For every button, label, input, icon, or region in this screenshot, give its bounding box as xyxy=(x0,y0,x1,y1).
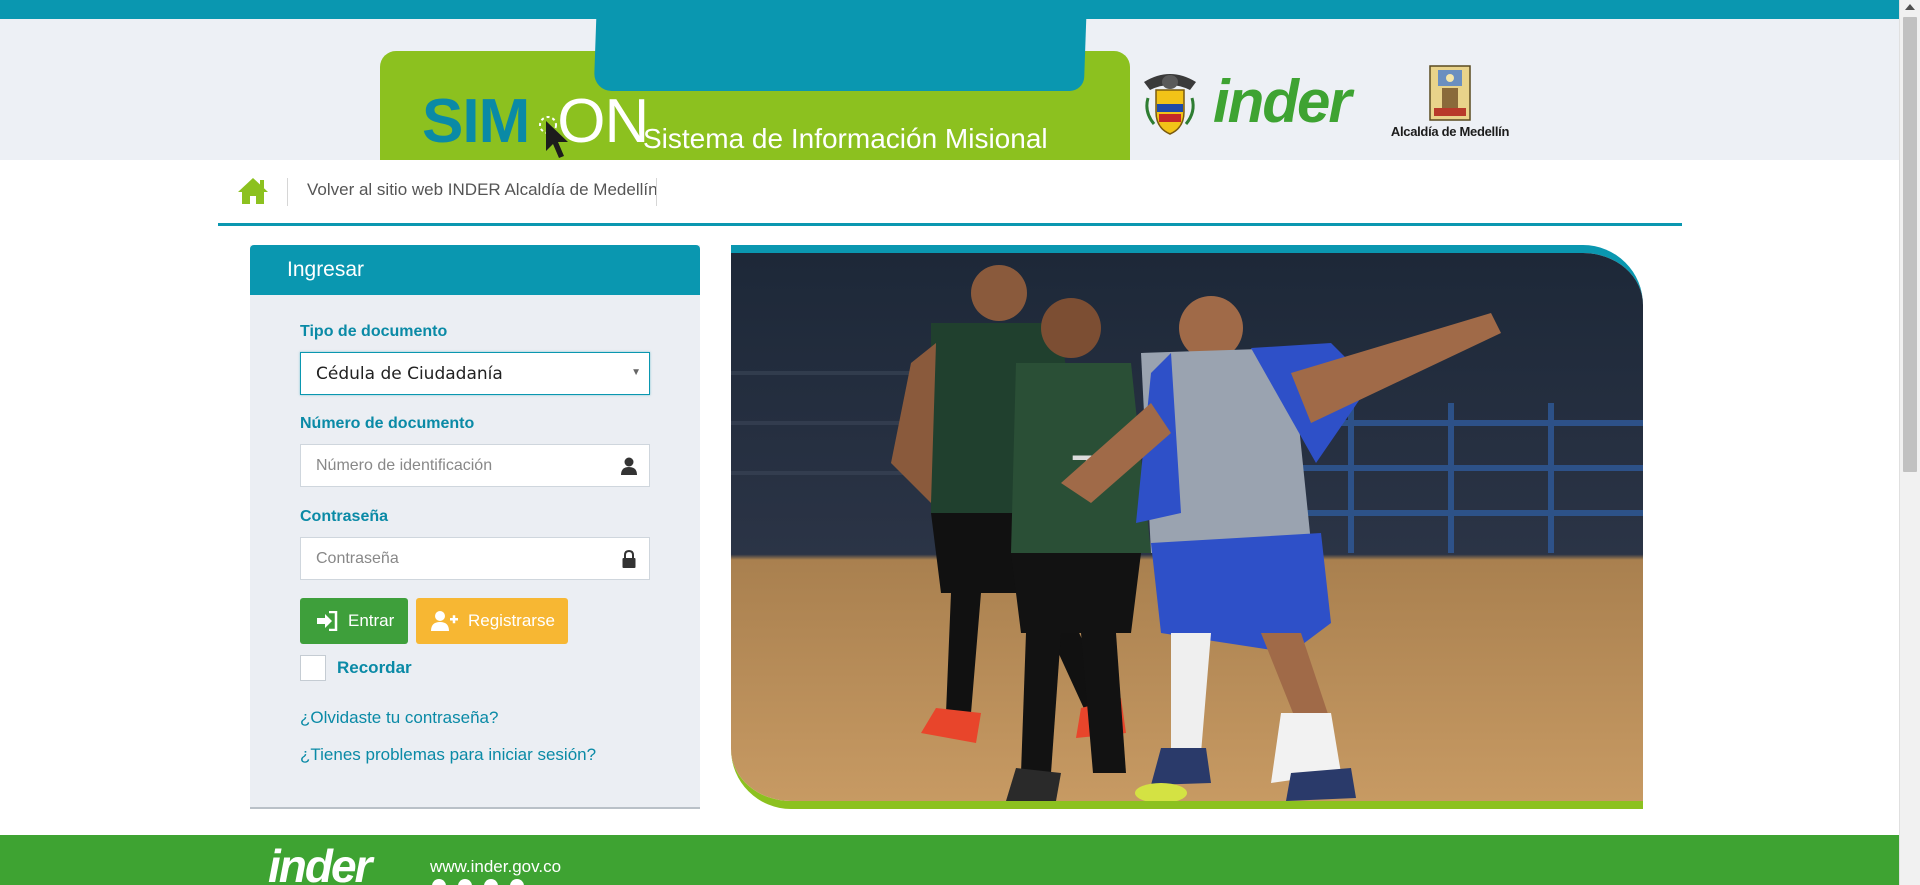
password-label: Contraseña xyxy=(300,508,389,525)
lock-icon xyxy=(622,549,636,568)
banner-teal-tab xyxy=(593,19,1087,91)
user-plus-icon xyxy=(431,611,458,631)
top-bar xyxy=(0,0,1899,19)
login-title: Ingresar xyxy=(250,245,700,295)
scroll-up-icon[interactable] xyxy=(1905,4,1915,10)
social-icon[interactable] xyxy=(458,879,472,885)
doc-number-input[interactable]: Número de identificación xyxy=(300,444,650,487)
user-icon xyxy=(621,457,637,475)
scrollbar[interactable] xyxy=(1899,0,1920,885)
banner-subtitle: Sistema de Información Misional xyxy=(643,123,1048,154)
register-button-label: Registrarse xyxy=(468,611,555,630)
enter-button-label: Entrar xyxy=(348,611,395,630)
futsal-players-image: 7 xyxy=(731,253,1643,801)
social-icon[interactable] xyxy=(484,879,498,885)
remember-label[interactable]: Recordar xyxy=(337,658,412,678)
doc-type-label: Tipo de documento xyxy=(300,323,448,340)
login-help-link[interactable]: ¿Tienes problemas para iniciar sesión? xyxy=(300,745,596,765)
doc-number-placeholder: Número de identificación xyxy=(316,457,493,474)
doc-type-value: Cédula de Ciudadanía xyxy=(316,364,503,384)
simon-logo: SIM ON xyxy=(422,87,649,156)
forgot-password-link[interactable]: ¿Olvidaste tu contraseña? xyxy=(300,708,498,728)
social-icon[interactable] xyxy=(510,879,524,885)
back-to-site-link[interactable]: Volver al sitio web INDER Alcaldía de Me… xyxy=(307,180,658,200)
enter-button[interactable]: Entrar xyxy=(300,598,408,644)
password-input[interactable]: Contraseña xyxy=(300,537,650,580)
home-icon[interactable] xyxy=(236,176,270,206)
scrollbar-thumb[interactable] xyxy=(1903,17,1917,472)
footer-url[interactable]: www.inder.gov.co xyxy=(430,857,561,877)
colombia-shield-icon xyxy=(1144,74,1196,135)
doc-number-label: Número de documento xyxy=(300,415,475,432)
doc-type-select[interactable]: Cédula de Ciudadanía ▼ xyxy=(300,352,650,395)
remember-checkbox[interactable] xyxy=(300,655,326,681)
page: SIM ON Sistema de Información Misional in… xyxy=(0,0,1920,885)
cursor-icon xyxy=(539,116,568,158)
social-icons xyxy=(432,879,536,885)
medellin-crest-icon xyxy=(1429,65,1471,121)
alcaldia-label: Alcaldía de Medellín xyxy=(1390,124,1510,139)
register-button[interactable]: Registrarse xyxy=(416,598,568,644)
simon-banner: SIM ON Sistema de Información Misional xyxy=(380,19,1130,160)
footer: inder www.inder.gov.co xyxy=(0,835,1899,885)
hero-photo: 7 xyxy=(731,245,1643,809)
social-icon[interactable] xyxy=(432,879,446,885)
footer-inder-logo: inder xyxy=(268,840,372,885)
chevron-down-icon: ▼ xyxy=(631,367,641,378)
top-nav: Volver al sitio web INDER Alcaldía de Me… xyxy=(218,160,1682,226)
nav-separator xyxy=(287,178,288,206)
sign-in-icon xyxy=(317,611,338,631)
alcaldia-logo: Alcaldía de Medellín xyxy=(1385,64,1515,139)
password-placeholder: Contraseña xyxy=(316,550,399,567)
inder-logo: inder xyxy=(1213,68,1352,135)
nav-separator xyxy=(656,178,657,206)
